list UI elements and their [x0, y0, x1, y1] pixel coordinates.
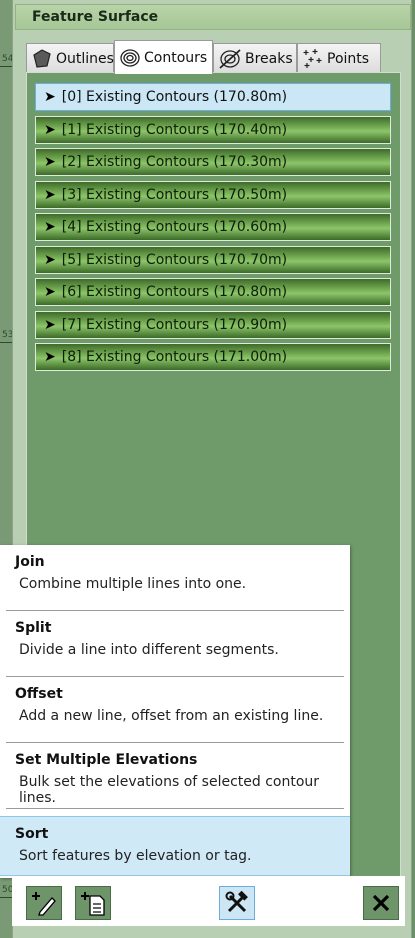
list-item-label: [2] Existing Contours (170.30m) — [61, 154, 288, 170]
tab-label: Outlines — [56, 50, 114, 67]
list-item[interactable]: ➤ [1] Existing Contours (170.40m) — [35, 116, 391, 144]
tab-outlines[interactable]: Outlines — [26, 43, 114, 73]
list-item[interactable]: ➤ [7] Existing Contours (170.90m) — [35, 311, 391, 339]
tab-breaks[interactable]: Breaks — [213, 43, 297, 73]
edge-tick — [0, 66, 12, 67]
menu-item-title: Offset — [15, 686, 63, 702]
contour-rings-icon — [120, 48, 140, 67]
menu-item-title: Split — [15, 620, 52, 636]
tab-label: Breaks — [245, 50, 293, 67]
edge-tick — [0, 897, 12, 898]
arrow-right-icon: ➤ — [44, 187, 56, 203]
list-item-label: [7] Existing Contours (170.90m) — [61, 317, 288, 333]
list-item[interactable]: ➤ [3] Existing Contours (170.50m) — [35, 181, 391, 209]
menu-item-title: Sort — [15, 826, 49, 842]
add-draw-icon — [32, 892, 56, 916]
tools-button[interactable] — [219, 886, 255, 920]
panel-title: Feature Surface — [15, 4, 411, 30]
breakline-icon — [219, 48, 241, 69]
outline-polygon-icon — [33, 48, 51, 68]
list-item[interactable]: ➤ [8] Existing Contours (171.00m) — [35, 343, 391, 371]
add-draw-button[interactable] — [26, 886, 62, 920]
menu-item-title: Join — [15, 554, 45, 570]
edge-tick — [0, 342, 12, 343]
list-item-label: [4] Existing Contours (170.60m) — [61, 219, 288, 235]
menu-item-join[interactable]: Join Combine multiple lines into one. — [6, 545, 344, 611]
list-item[interactable]: ➤ [5] Existing Contours (170.70m) — [35, 246, 391, 274]
menu-item-set-multiple-elevations[interactable]: Set Multiple Elevations Bulk set the ele… — [6, 743, 344, 809]
menu-item-description: Add a new line, offset from an existing … — [19, 708, 324, 724]
list-item-label: [0] Existing Contours (170.80m) — [61, 89, 288, 105]
menu-item-description: Combine multiple lines into one. — [19, 576, 247, 592]
arrow-right-icon: ➤ — [44, 219, 56, 235]
arrow-right-icon: ➤ — [44, 122, 56, 138]
bottom-toolbar — [12, 876, 405, 926]
menu-item-offset[interactable]: Offset Add a new line, offset from an ex… — [6, 677, 344, 743]
arrow-right-icon: ➤ — [44, 89, 56, 105]
arrow-right-icon: ➤ — [44, 252, 56, 268]
add-document-button[interactable] — [75, 886, 111, 920]
menu-item-description: Bulk set the elevations of selected cont… — [19, 774, 320, 806]
arrow-right-icon: ➤ — [44, 154, 56, 170]
tab-points[interactable]: Points — [297, 43, 381, 73]
menu-item-split[interactable]: Split Divide a line into different segme… — [6, 611, 344, 677]
list-item-label: [6] Existing Contours (170.80m) — [61, 284, 288, 300]
delete-button[interactable] — [363, 886, 399, 920]
menu-item-sort[interactable]: Sort Sort features by elevation or tag. — [0, 816, 350, 876]
close-icon — [372, 894, 390, 912]
tools-context-menu: Join Combine multiple lines into one. Sp… — [0, 545, 350, 878]
arrow-right-icon: ➤ — [44, 317, 56, 333]
tab-contours[interactable]: Contours — [114, 40, 213, 74]
list-item[interactable]: ➤ [6] Existing Contours (170.80m) — [35, 278, 391, 306]
menu-item-description: Sort features by elevation or tag. — [19, 848, 252, 864]
tab-label: Contours — [144, 49, 208, 66]
list-item[interactable]: ➤ [4] Existing Contours (170.60m) — [35, 213, 391, 241]
arrow-right-icon: ➤ — [44, 284, 56, 300]
list-item-label: [5] Existing Contours (170.70m) — [61, 252, 288, 268]
list-item[interactable]: ➤ [2] Existing Contours (170.30m) — [35, 148, 391, 176]
list-item[interactable]: ➤ [0] Existing Contours (170.80m) — [35, 83, 391, 111]
list-item-label: [1] Existing Contours (170.40m) — [61, 122, 288, 138]
menu-item-description: Divide a line into different segments. — [19, 642, 279, 658]
list-item-label: [3] Existing Contours (170.50m) — [61, 187, 288, 203]
hammer-wrench-icon — [225, 890, 248, 913]
menu-item-title: Set Multiple Elevations — [15, 752, 198, 768]
add-document-icon — [81, 892, 105, 916]
tab-label: Points — [327, 50, 370, 67]
points-scatter-icon — [303, 48, 322, 68]
list-item-label: [8] Existing Contours (171.00m) — [61, 349, 288, 365]
arrow-right-icon: ➤ — [44, 349, 56, 365]
